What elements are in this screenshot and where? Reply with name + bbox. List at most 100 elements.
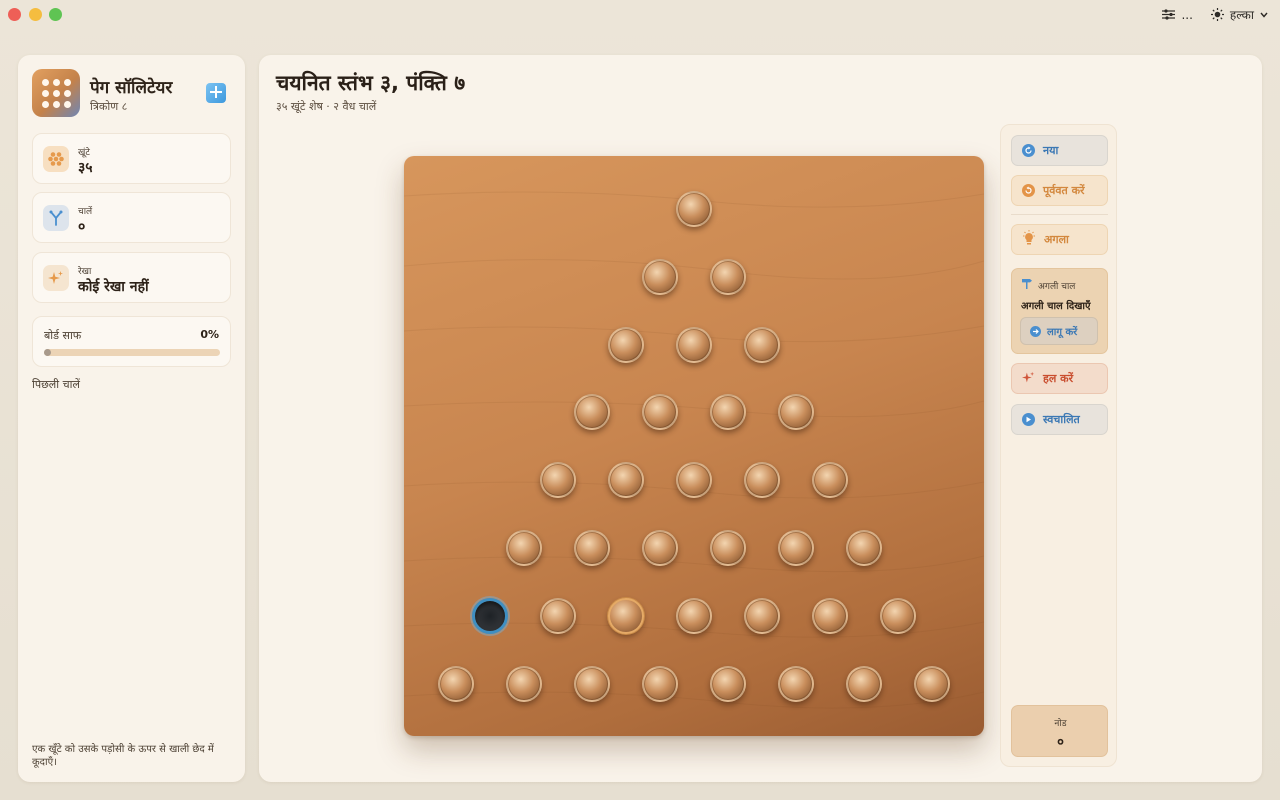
- stat-label: खूंटे: [78, 148, 90, 158]
- selected-peg[interactable]: [608, 597, 644, 634]
- peg[interactable]: [642, 258, 678, 295]
- empty-hole[interactable]: [472, 597, 508, 634]
- stat-value: ३५: [78, 160, 93, 176]
- solve-label: हल करें: [1043, 372, 1074, 385]
- peg[interactable]: [540, 462, 576, 499]
- board-clear-progress: बोर्ड साफ 0%: [32, 316, 231, 367]
- apply-move-label: लागू करें: [1047, 327, 1078, 338]
- stat-card-moves: चालें ०: [32, 192, 231, 243]
- minimize-window-button[interactable]: [29, 8, 42, 21]
- lightbulb-icon: [1022, 230, 1036, 249]
- sliders-icon: [1162, 9, 1176, 20]
- next-move-text: अगली चाल दिखाएँ: [1021, 301, 1091, 312]
- new-game-label: नया: [1043, 144, 1059, 157]
- peg[interactable]: [574, 665, 610, 702]
- game-board[interactable]: [404, 156, 984, 736]
- app-grid-icon: [32, 69, 80, 117]
- peg[interactable]: [812, 597, 848, 634]
- control-panel: नया पूर्ववत करें अगला अगली चाल अगली चाल …: [1000, 124, 1117, 767]
- app-title: पेग सॉलिटेयर: [90, 78, 173, 98]
- peg[interactable]: [506, 530, 542, 566]
- arrow-right-icon: [1030, 325, 1041, 337]
- title-bar: ... हल्का: [0, 0, 1280, 30]
- add-button[interactable]: [206, 83, 226, 103]
- peg[interactable]: [642, 530, 678, 566]
- node-value: ०: [1057, 735, 1064, 750]
- progress-label: बोर्ड साफ: [44, 329, 82, 342]
- peg[interactable]: [574, 530, 610, 566]
- peg[interactable]: [812, 462, 848, 499]
- sparkle-icon: [1022, 371, 1035, 387]
- peg[interactable]: [676, 191, 712, 227]
- undo-icon: [1022, 184, 1035, 197]
- peg[interactable]: [710, 530, 746, 566]
- signpost-icon: [1021, 278, 1033, 292]
- progress-track: [44, 349, 220, 356]
- settings-label: ...: [1181, 7, 1193, 22]
- peg[interactable]: [642, 665, 678, 702]
- stat-value: कोई रेखा नहीं: [78, 279, 149, 295]
- peg[interactable]: [676, 597, 712, 634]
- progress-percent: 0%: [200, 328, 219, 341]
- stat-value: ०: [78, 219, 86, 235]
- next-move-card: अगली चाल अगली चाल दिखाएँ लागू करें: [1011, 268, 1108, 354]
- sun-icon: [1210, 8, 1224, 21]
- close-window-button[interactable]: [8, 8, 21, 21]
- solve-button[interactable]: हल करें: [1011, 363, 1108, 394]
- next-hint-label: अगला: [1044, 233, 1069, 246]
- peg[interactable]: [506, 665, 542, 702]
- panel-divider: [1011, 214, 1108, 215]
- app-subtitle: त्रिकोण ८: [90, 100, 128, 113]
- main-panel: चयनित स्तंभ ३, पंक्ति ७ ३५ खूंटे शेष · २…: [259, 55, 1262, 782]
- peg[interactable]: [710, 258, 746, 295]
- peg[interactable]: [744, 597, 780, 634]
- chevron-down-icon: [1260, 12, 1268, 18]
- node-counter: नोड ०: [1011, 705, 1108, 757]
- peg[interactable]: [438, 665, 474, 702]
- refresh-icon: [1022, 144, 1035, 157]
- sparkle-icon: [43, 265, 69, 291]
- stat-label: चालें: [78, 207, 93, 217]
- stat-label: रेखा: [78, 267, 92, 277]
- peg[interactable]: [846, 530, 882, 566]
- undo-button[interactable]: पूर्ववत करें: [1011, 175, 1108, 206]
- peg[interactable]: [608, 462, 644, 499]
- peg[interactable]: [608, 326, 644, 363]
- peg[interactable]: [744, 326, 780, 363]
- page-subtitle: ३५ खूंटे शेष · २ वैध चालें: [276, 100, 377, 113]
- peg[interactable]: [778, 665, 814, 702]
- next-move-title: अगली चाल: [1038, 281, 1076, 292]
- peg[interactable]: [540, 597, 576, 634]
- peg[interactable]: [914, 665, 950, 702]
- play-icon: [1022, 413, 1035, 426]
- peg[interactable]: [676, 326, 712, 363]
- history-heading: पिछली चालें: [32, 378, 80, 391]
- autoplay-label: स्वचालित: [1043, 413, 1080, 426]
- settings-menu[interactable]: ...: [1162, 7, 1193, 22]
- zoom-window-button[interactable]: [49, 8, 62, 21]
- sidebar: पेग सॉलिटेयर त्रिकोण ८ खूंटे ३५ चालें ० …: [18, 55, 245, 782]
- apply-move-button[interactable]: लागू करें: [1020, 317, 1098, 345]
- moves-icon: [43, 205, 69, 231]
- theme-label: हल्का: [1229, 8, 1254, 22]
- wood-grain: [404, 191, 984, 709]
- peg[interactable]: [676, 462, 712, 499]
- new-game-button[interactable]: नया: [1011, 135, 1108, 166]
- page-title: चयनित स्तंभ ३, पंक्ति ७: [276, 71, 466, 95]
- theme-menu[interactable]: हल्का: [1210, 6, 1268, 23]
- pegs-icon: [43, 146, 69, 172]
- peg[interactable]: [846, 665, 882, 702]
- progress-fill: [44, 349, 51, 356]
- stat-card-streak: रेखा कोई रेखा नहीं: [32, 252, 231, 303]
- peg[interactable]: [880, 597, 916, 634]
- rules-hint: एक खूँटे को उसके पड़ोसी के ऊपर से खाली छ…: [32, 744, 214, 768]
- peg[interactable]: [710, 665, 746, 702]
- node-label: नोड: [1054, 719, 1067, 729]
- next-hint-button[interactable]: अगला: [1011, 224, 1108, 255]
- plus-icon: [209, 84, 223, 103]
- peg[interactable]: [744, 462, 780, 499]
- stat-card-pegs: खूंटे ३५: [32, 133, 231, 184]
- undo-label: पूर्ववत करें: [1043, 184, 1085, 197]
- autoplay-button[interactable]: स्वचालित: [1011, 404, 1108, 435]
- peg[interactable]: [778, 530, 814, 566]
